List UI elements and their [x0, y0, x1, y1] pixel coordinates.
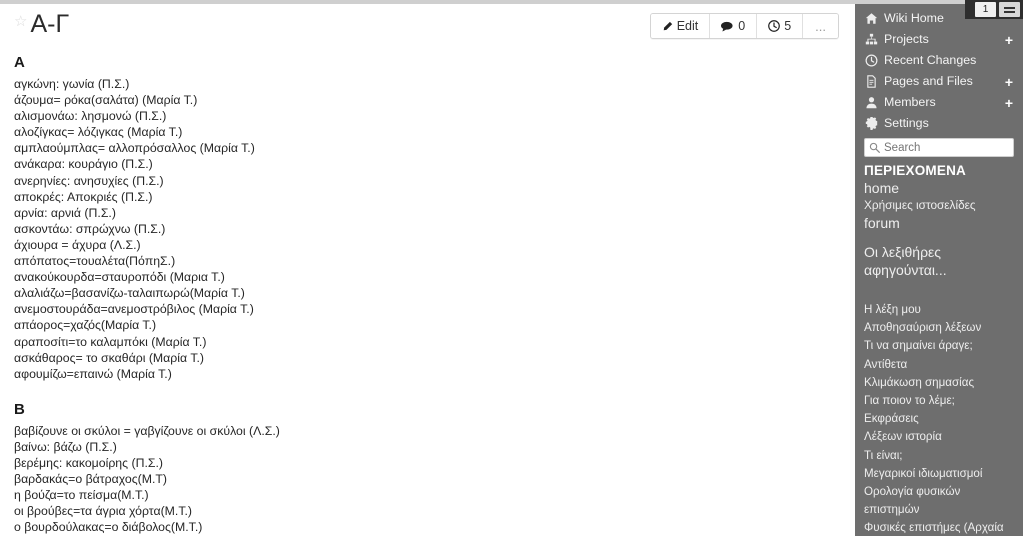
sidebar-topic-link-6[interactable]: Εκφράσεις	[855, 410, 1023, 428]
glossary-entry: ανεμοστουράδα=ανεμοστρόβιλος (Μαρία Τ.)	[14, 302, 254, 317]
page-title-text: Α-Γ	[30, 10, 70, 38]
sidebar-item-label: Projects	[884, 32, 929, 46]
section-letter-heading: Β	[14, 400, 25, 418]
tab-badge[interactable]: 1	[975, 2, 996, 17]
glossary-entry: οι βρούβες=τα άγρια χόρτα(Μ.Τ.)	[14, 504, 193, 519]
clock-icon	[768, 20, 781, 32]
add-icon[interactable]: +	[1005, 33, 1013, 47]
glossary-entry: απόπατος=τουαλέτα(ΠόπηΣ.)	[14, 254, 176, 269]
sidebar-item-settings[interactable]: Settings	[855, 113, 1023, 134]
sidebar-topic-link-0[interactable]: Η λέξη μου	[855, 301, 1023, 319]
glossary-entry: ασκοντάω: σπρώχνω (Π.Σ.)	[14, 221, 166, 236]
sidebar-item-projects[interactable]: Projects +	[855, 29, 1023, 50]
sidebar-item-recent-changes[interactable]: Recent Changes	[855, 50, 1023, 71]
glossary-entry: ανακούκουρδα=σταυροπόδι (Μαρια Τ.)	[14, 270, 225, 285]
sidebar-topic-link-10[interactable]: Ορολογία φυσικών επιστημών	[855, 483, 1023, 519]
sidebar-topic-link-3[interactable]: Αντίθετα	[855, 356, 1023, 374]
glossary-entry: ανερηνίες: ανησυχίες (Π.Σ.)	[14, 173, 164, 188]
add-icon[interactable]: +	[1005, 75, 1013, 89]
glossary-entry: βαβίζουνε οι σκύλοι = γαβγίζουνε οι σκύλ…	[14, 423, 280, 438]
browser-chrome: 1	[965, 0, 1023, 19]
sidebar-item-pages-and-files[interactable]: Pages and Files +	[855, 71, 1023, 92]
sidebar-link-2[interactable]: forum	[855, 214, 1023, 232]
sidebar-topic-link-11[interactable]: Φυσικές επιστήμες (Αρχαία Ελλάδα)	[855, 519, 1023, 536]
sidebar-primary-links: home Χρήσιμες ιστοσελίδες forum	[855, 179, 1023, 232]
sidebar-item-label: Recent Changes	[884, 53, 977, 67]
sidebar-topic-link-2[interactable]: Τι να σημαίνει άραγε;	[855, 337, 1023, 355]
glossary-entry: η βούζα=το πείσμα(Μ.Τ.)	[14, 488, 149, 503]
edit-button-label: Edit	[676, 19, 699, 33]
sidebar-topic-link-5[interactable]: Για ποιον το λέμε;	[855, 392, 1023, 410]
search-input[interactable]	[884, 141, 1009, 154]
sitemap-icon	[863, 33, 879, 46]
comment-bubble-icon	[721, 21, 733, 32]
page-action-toolbar[interactable]: Edit 0 5 ...	[649, 13, 839, 39]
sidebar-gap-1	[855, 232, 1023, 243]
home-icon	[863, 12, 879, 25]
sidebar-topic-link-8[interactable]: Τι είναι;	[855, 447, 1023, 465]
star-outline-icon[interactable]: ☆	[14, 14, 27, 29]
sidebar-topic-links: Η λέξη μου Αποθησαύριση λέξεων Τι να σημαί…	[855, 301, 1023, 536]
glossary-entry: βαρδακάς=ο βάτραχος(Μ.Τ)	[14, 472, 167, 487]
glossary-entry: άζουμα= ρόκα(σαλάτα) (Μαρία Τ.)	[14, 93, 198, 108]
comments-button[interactable]: 0	[710, 14, 758, 38]
history-count: 5	[784, 19, 792, 33]
clock-icon	[863, 54, 879, 67]
glossary-entry: ασκάθαρος= το σκαθάρι (Μαρία Τ.)	[14, 350, 204, 365]
window-controls-icon[interactable]	[999, 2, 1020, 17]
article-body: Ααγκώνη: γωνία (Π.Σ.) άζουμα= ρόκα(σαλάτα…	[0, 54, 855, 535]
search-icon	[869, 142, 880, 153]
gear-icon	[863, 117, 879, 130]
sidebar-topic-link-7[interactable]: Λέξεων ιστορία	[855, 428, 1023, 446]
sidebar-item-label: Wiki Home	[884, 11, 944, 25]
glossary-entry: ανάκαρα: κουράγιο (Π.Σ.)	[14, 157, 153, 172]
glossary-entry: άχιουρα = άχυρα (Λ.Σ.)	[14, 237, 141, 252]
glossary-entry: αφουμίζω=επαινώ (Μαρία Τ.)	[14, 366, 172, 381]
sidebar-topic-link-1[interactable]: Αποθησαύριση λέξεων	[855, 319, 1023, 337]
sidebar-topic-link-9[interactable]: Μεγαρικοί ιδιωματισμοί	[855, 465, 1023, 483]
glossary-entry: αραποσίτι=το καλαμπόκι (Μαρία Τ.)	[14, 334, 207, 349]
sidebar-link-0[interactable]: home	[855, 179, 1023, 197]
file-icon	[863, 75, 879, 88]
pencil-icon	[663, 21, 672, 30]
glossary-entry: αρνία: αρνιά (Π.Σ.)	[14, 205, 116, 220]
glossary-entry: βερέμης: κακομοίρης (Π.Σ.)	[14, 455, 163, 470]
sidebar-link-1[interactable]: Χρήσιμες ιστοσελίδες	[855, 197, 1023, 214]
search-box[interactable]	[864, 138, 1014, 157]
glossary-entry: αλισμονάω: λησμονώ (Π.Σ.)	[14, 109, 167, 124]
main-content-area: ☆ Α-Γ Edit 0 5 ... Ααγκώνη: γωνία (Π.Σ.)…	[0, 0, 855, 536]
sidebar-link-feature[interactable]: Οι λεξιθήρες αφηγούνται...	[855, 243, 1023, 279]
sidebar-gap-2	[855, 279, 1023, 301]
add-icon[interactable]: +	[1005, 96, 1013, 110]
sidebar-search-wrap	[855, 134, 1023, 160]
sidebar-item-label: Members	[884, 95, 936, 109]
comments-count: 0	[738, 19, 746, 33]
glossary-entry: ο βουρδούλακας=ο διάβολος(Μ.Τ.)	[14, 520, 203, 535]
glossary-entry: αγκώνη: γωνία (Π.Σ.)	[14, 77, 130, 91]
glossary-entry: βαίνω: βάζω (Π.Σ.)	[14, 439, 117, 454]
section-letter-heading: Α	[14, 54, 25, 71]
sidebar-topic-link-4[interactable]: Κλιμάκωση σημασίας	[855, 374, 1023, 392]
glossary-entry: απάορος=χαζός(Μαρία Τ.)	[14, 318, 157, 333]
person-icon	[863, 96, 879, 109]
edit-button[interactable]: Edit	[650, 14, 711, 38]
glossary-entry: αλαλιάζω=βασανίζω-ταλαιπωρώ(Μαρία Τ.)	[14, 286, 245, 301]
sidebar-item-members[interactable]: Members +	[855, 92, 1023, 113]
sidebar: Wiki Home Projects + Recent Changes Pages an…	[855, 0, 1023, 536]
more-actions-button[interactable]: ...	[803, 14, 838, 38]
glossary-entry: αλοζίγκας= λόζιγκας (Μαρία Τ.)	[14, 125, 183, 140]
browser-chrome-strip	[0, 0, 965, 4]
history-button[interactable]: 5	[757, 14, 804, 38]
sidebar-nav: Wiki Home Projects + Recent Changes Pages an…	[855, 8, 1023, 134]
sidebar-item-label: Settings	[884, 116, 929, 130]
sidebar-item-label: Pages and Files	[884, 74, 973, 88]
glossary-entry: αμπλαούμπλας= αλλοπρόσαλλος (Μαρία Τ.)	[14, 141, 255, 156]
glossary-entry: αποκρές: Αποκριές (Π.Σ.)	[14, 189, 153, 204]
contents-heading: ΠΕΡΙΕΧΟΜΕΝΑ	[864, 163, 966, 178]
